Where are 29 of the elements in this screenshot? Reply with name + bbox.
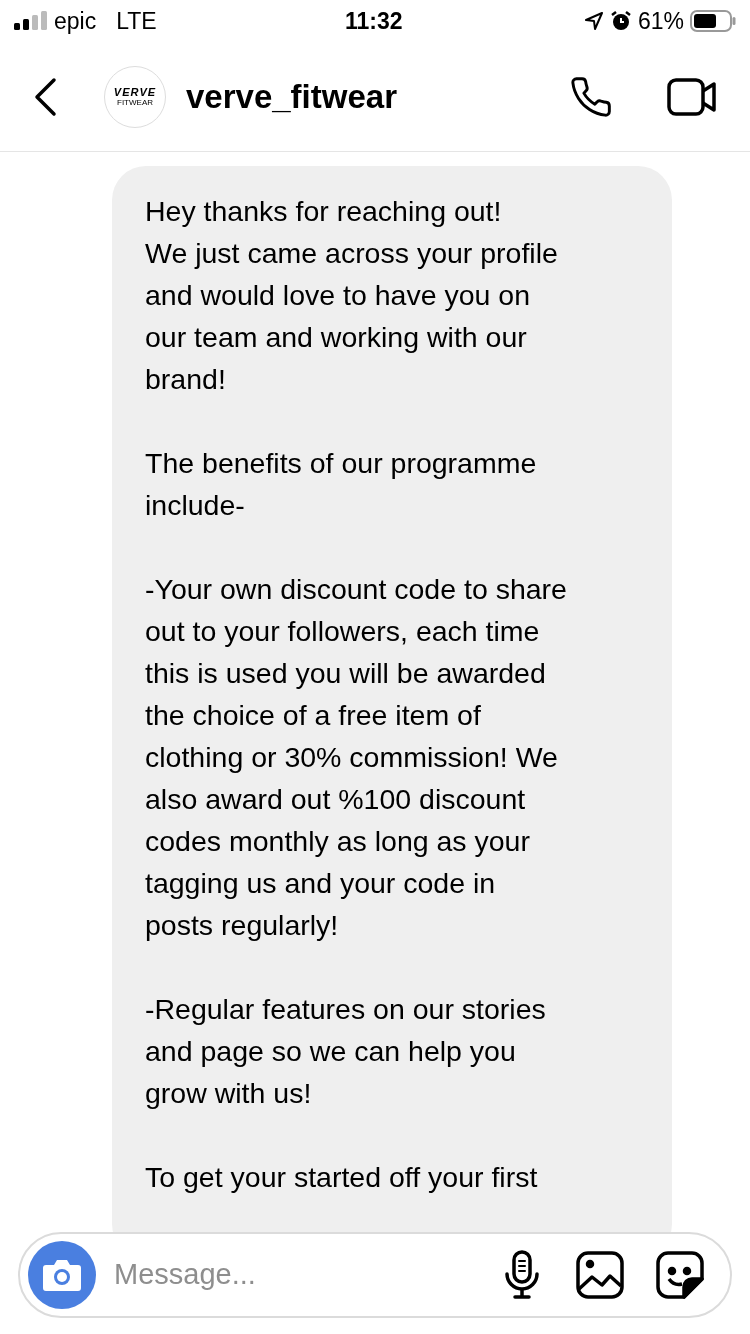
- back-chevron-icon: [32, 76, 58, 117]
- battery-icon: [690, 10, 736, 32]
- clock-time: 11:32: [345, 6, 403, 36]
- message-text: -Regular features on our stories and page so we can help you grow with us!: [145, 992, 547, 1111]
- username[interactable]: verve_fitwear: [186, 71, 397, 122]
- camera-icon: [42, 1258, 82, 1292]
- signal-icon: [14, 11, 48, 31]
- carrier-name: epic: [54, 6, 97, 36]
- network-type: LTE: [116, 6, 157, 36]
- microphone-icon: [504, 1250, 540, 1300]
- message-text: Hey thanks for reaching out! We just came across your profile and would love to have you on our team and working with our brand!: [145, 194, 559, 397]
- microphone-button[interactable]: [502, 1249, 542, 1301]
- message-input[interactable]: Message...: [114, 1253, 502, 1297]
- sticker-icon: [656, 1251, 704, 1299]
- camera-button[interactable]: [28, 1241, 96, 1309]
- sticker-button[interactable]: [656, 1251, 704, 1299]
- phone-icon: [569, 74, 613, 119]
- alarm-clock-icon: [609, 10, 632, 32]
- battery-percent: 61%: [637, 6, 684, 36]
- video-camera-icon: [667, 76, 717, 117]
- gallery-button[interactable]: [576, 1251, 624, 1299]
- location-arrow-icon: [583, 11, 604, 31]
- logo-subtitle: FITWEAR: [117, 98, 153, 107]
- logo-title: VERVE: [113, 86, 157, 98]
- message-text: -Your own discount code to share out to your followers, each time this is used you will be awarded the choice of a free item of clothing or 30% commission! We also award out %100 discount codes monthly as long as your tagging us and your code in posts regularly!: [145, 572, 568, 943]
- message-text: The benefits of our programme include-: [145, 446, 538, 523]
- message-text: To get your started off your first: [145, 1160, 539, 1195]
- message-field[interactable]: Message...: [18, 1232, 732, 1318]
- image-icon: [576, 1251, 624, 1299]
